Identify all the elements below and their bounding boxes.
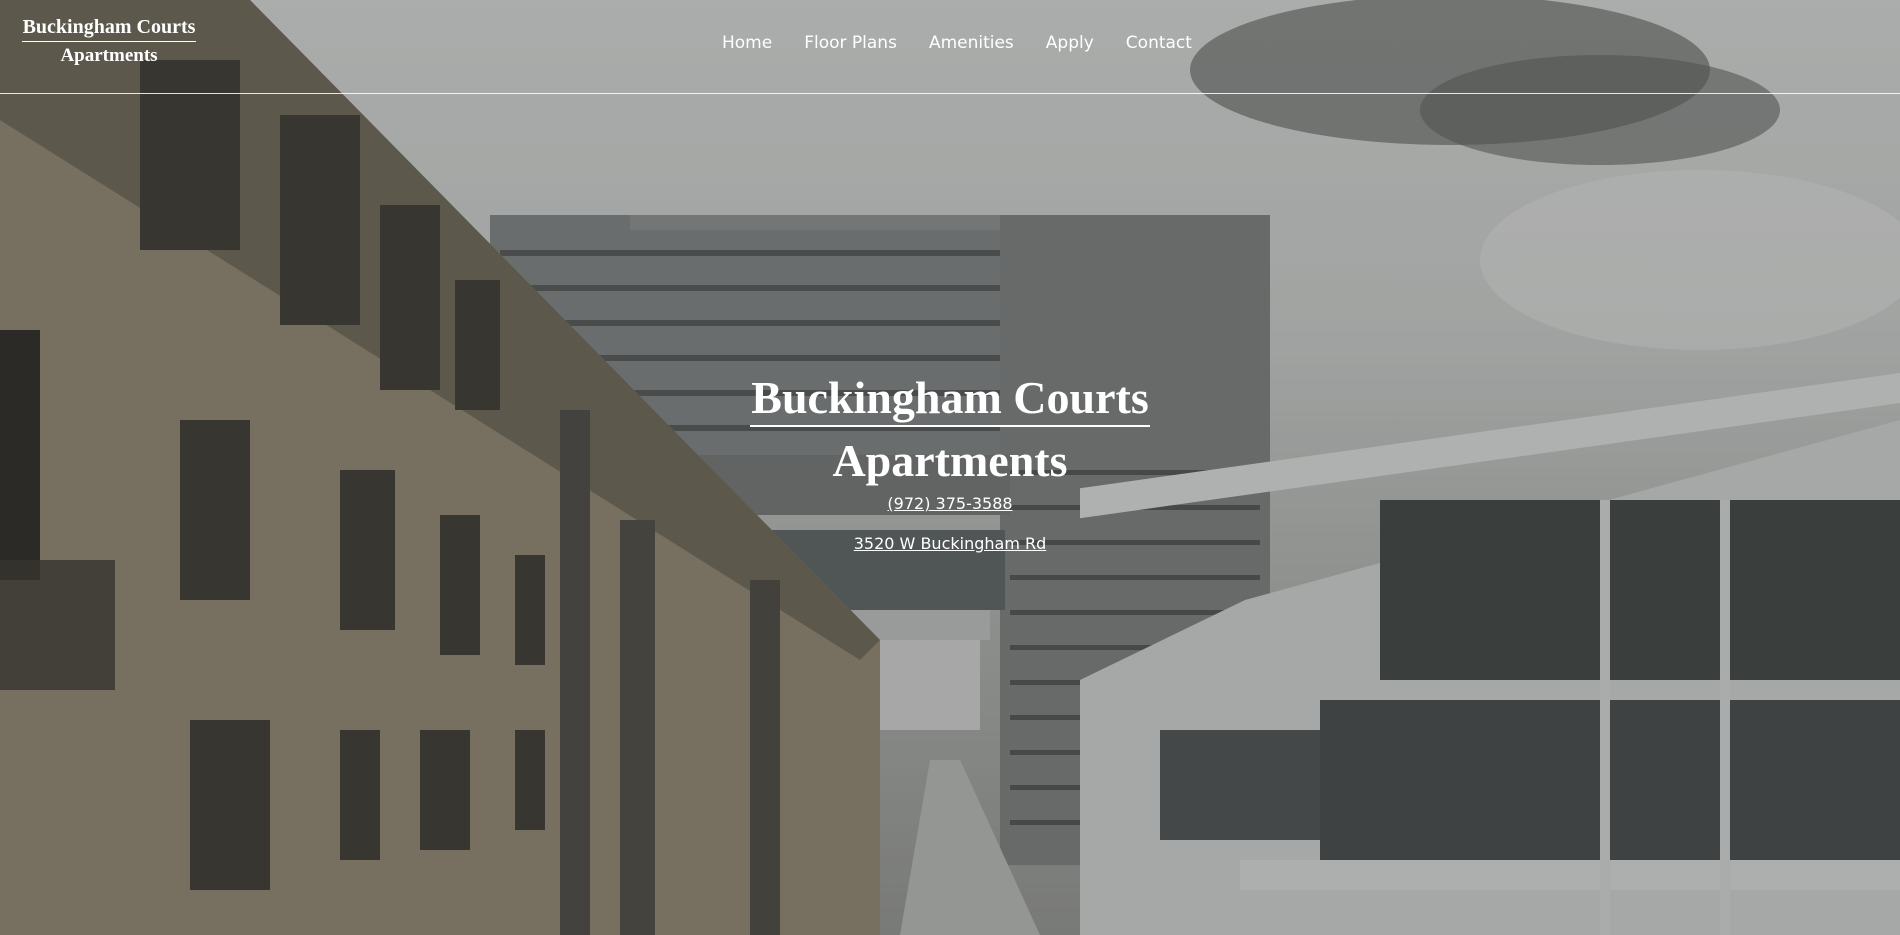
nav-apply[interactable]: Apply [1046,30,1094,56]
logo-line2: Apartments [60,45,158,66]
nav-contact[interactable]: Contact [1126,30,1192,56]
phone-link[interactable]: (972) 375-3588 [700,493,1200,515]
site-logo[interactable]: Buckingham Courts Apartments [22,14,196,68]
address-link[interactable]: 3520 W Buckingham Rd [700,533,1200,555]
hero-title-line2: Apartments [832,435,1068,486]
nav-home[interactable]: Home [722,30,772,56]
logo-line1: Buckingham Courts [22,16,196,38]
logo-divider [22,41,196,42]
hero-title-line1: Buckingham Courts [751,372,1149,423]
main-navigation: Home Floor Plans Amenities Apply Contact [722,30,1192,56]
nav-floor-plans[interactable]: Floor Plans [804,30,897,56]
hero-content: Buckingham Courts Apartments (972) 375-3… [700,370,1200,555]
header-divider [0,93,1900,94]
nav-amenities[interactable]: Amenities [929,30,1014,56]
